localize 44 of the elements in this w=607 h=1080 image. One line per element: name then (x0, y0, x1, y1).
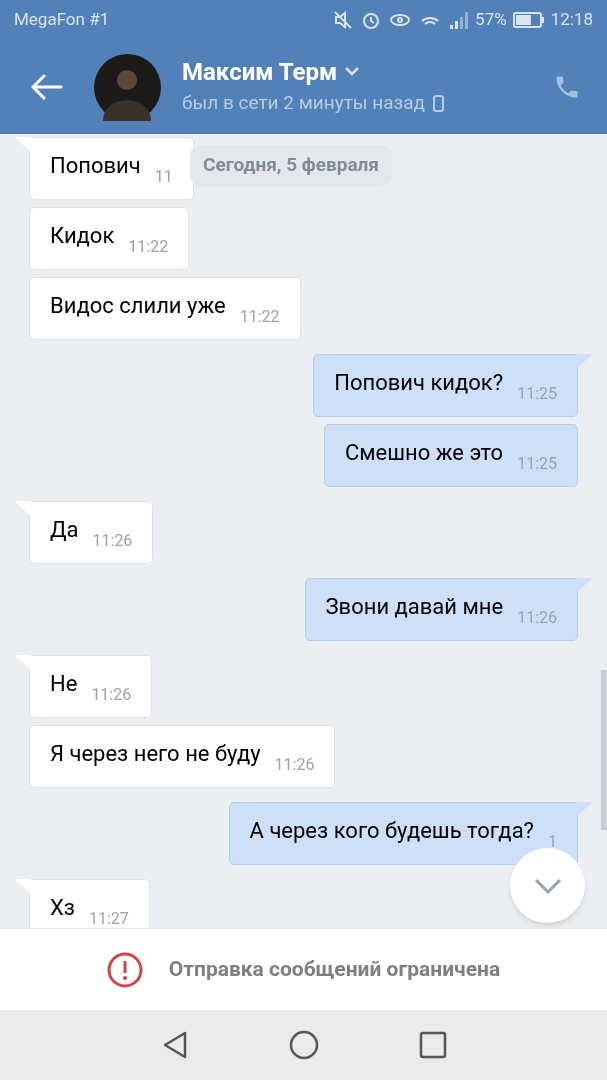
message-time: 11:27 (88, 908, 129, 928)
message-time: 11:25 (517, 383, 557, 405)
carrier-name: MegaFon #1 (14, 8, 110, 32)
message-text: Я через него не буду (50, 740, 261, 768)
message-text: Да (50, 516, 79, 544)
alert-icon (106, 951, 143, 988)
wifi-icon (420, 15, 441, 25)
avatar (94, 53, 161, 121)
clock: 12:18 (550, 8, 593, 32)
eye-icon (390, 14, 411, 26)
message-text: Хз (50, 894, 75, 922)
back-arrow-icon (31, 74, 63, 100)
restriction-notice: Отправка сообщений ограничена (168, 955, 501, 983)
chevron-down-icon (533, 877, 562, 894)
message-text: Не (50, 670, 78, 698)
phone-device-icon (433, 94, 444, 112)
battery-icon (512, 12, 545, 28)
square-icon (418, 1031, 447, 1059)
message-time: 11:26 (274, 754, 315, 776)
message-text: Звони давай мне (325, 593, 504, 621)
nav-recents-button[interactable] (418, 1031, 447, 1059)
battery-percent: 57% (475, 8, 507, 32)
message-text: Смешно же это (344, 439, 504, 467)
message-text: Видос слили уже (50, 292, 226, 320)
message-time: 11:22 (239, 306, 280, 328)
message-time: 11:25 (517, 453, 557, 475)
chevron-down-icon[interactable] (345, 67, 360, 77)
mute-icon (334, 11, 353, 29)
message-text: Попович (50, 152, 141, 180)
alarm-icon (362, 11, 381, 29)
message-time: 11:22 (128, 236, 169, 258)
last-seen-status: был в сети 2 минуты назад (182, 89, 425, 116)
circle-icon (288, 1030, 319, 1060)
message-time: 11 (154, 166, 173, 188)
message-text: Кидок (50, 222, 115, 250)
message-text: Попович кидок? (334, 369, 504, 397)
message-time: 1 (548, 831, 557, 853)
nav-home-button[interactable] (288, 1030, 319, 1060)
contact-name[interactable]: Максим Терм (182, 56, 338, 87)
message-text: А через кого будешь тогда? (249, 817, 534, 845)
message-time: 11:26 (517, 607, 557, 629)
message-time: 11:26 (92, 530, 133, 552)
signal-icon (450, 11, 470, 29)
message-time: 11:26 (91, 684, 132, 706)
